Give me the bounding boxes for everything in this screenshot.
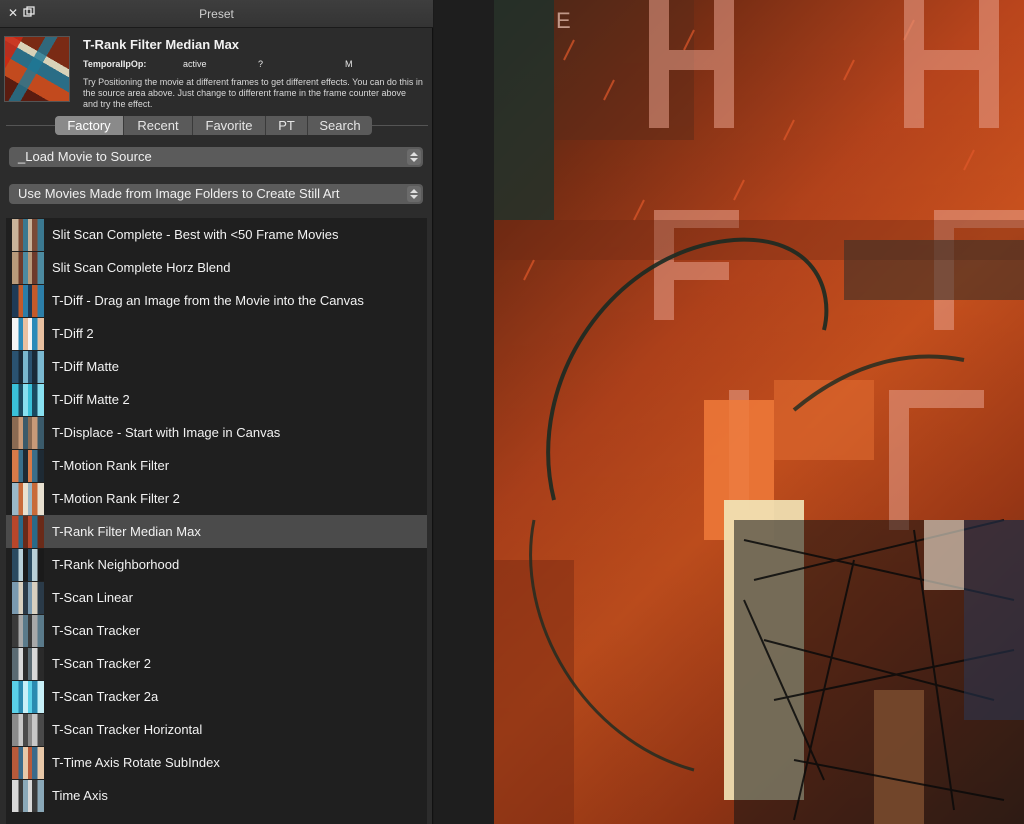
source-select[interactable]: _Load Movie to Source (9, 147, 423, 167)
preset-list-item[interactable]: T-Displace - Start with Image in Canvas (6, 416, 427, 449)
preset-list-item-label: Time Axis (52, 788, 108, 803)
preset-thumbnail (12, 714, 44, 746)
preset-thumbnail (12, 351, 44, 383)
preset-list-item-label: T-Scan Tracker Horizontal (52, 722, 203, 737)
preset-list-item-label: T-Scan Tracker 2a (52, 689, 159, 704)
preset-thumbnail (12, 384, 44, 416)
preset-thumbnail (12, 450, 44, 482)
preset-list-item-label: T-Motion Rank Filter (52, 458, 170, 473)
preset-thumbnail (12, 417, 44, 449)
preset-thumbnail (12, 318, 44, 350)
panel-titlebar[interactable]: ✕ Preset (0, 0, 433, 28)
preset-list-item-label: T-Rank Neighborhood (52, 557, 180, 572)
preset-info-header: T-Rank Filter Median Max TemporalIpOp: a… (0, 28, 433, 116)
preset-list-item-label: T-Diff Matte (52, 359, 119, 374)
preset-list-item-label: T-Motion Rank Filter 2 (52, 491, 180, 506)
preset-thumbnail (12, 615, 44, 647)
svg-text:E: E (556, 8, 571, 33)
preset-list-item[interactable]: T-Scan Tracker (6, 614, 427, 647)
preset-name: T-Rank Filter Median Max (83, 37, 240, 52)
preset-list-item[interactable]: T-Rank Filter Median Max (6, 515, 427, 548)
preset-parameters: TemporalIpOp: active ? M (83, 59, 413, 71)
preset-thumbnail (12, 516, 44, 548)
preset-list-item[interactable]: T-Scan Linear (6, 581, 427, 614)
preset-thumbnail (12, 681, 44, 713)
artwork-image: E (494, 0, 1024, 824)
preset-list-item-label: T-Displace - Start with Image in Canvas (52, 425, 281, 440)
preset-thumbnail (12, 582, 44, 614)
panel-gutter (434, 0, 494, 824)
param-value: active (183, 59, 207, 69)
preset-thumbnail (12, 648, 44, 680)
preset-panel: ✕ Preset T-Rank Filter Median Max Tempor… (0, 0, 433, 824)
tab-recent[interactable]: Recent (124, 116, 193, 135)
preset-list-item[interactable]: T-Scan Tracker 2a (6, 680, 427, 713)
preset-thumbnail (12, 252, 44, 284)
chevron-updown-icon (407, 186, 421, 202)
preset-list-item[interactable]: T-Diff - Drag an Image from the Movie in… (6, 284, 427, 317)
preset-thumbnail (12, 219, 44, 251)
preset-list-item[interactable]: T-Diff Matte (6, 350, 427, 383)
category-select-value: Use Movies Made from Image Folders to Cr… (18, 186, 340, 201)
preset-list-item[interactable]: T-Time Axis Rotate SubIndex (6, 746, 427, 779)
preset-list-item-label: T-Diff - Drag an Image from the Movie in… (52, 293, 364, 308)
param-value: ? (258, 59, 264, 69)
preset-list-item-label: T-Scan Linear (52, 590, 133, 605)
preset-list-item-label: Slit Scan Complete - Best with <50 Frame… (52, 227, 339, 242)
preset-thumbnail (12, 747, 44, 779)
param-name: TemporalIpOp: (83, 59, 147, 69)
preset-list-item[interactable]: T-Motion Rank Filter (6, 449, 427, 482)
preset-list-item[interactable]: Time Axis (6, 779, 427, 812)
chevron-updown-icon (407, 149, 421, 165)
source-select-value: _Load Movie to Source (18, 149, 152, 164)
preset-list-item[interactable]: T-Scan Tracker 2 (6, 647, 427, 680)
preset-list-item[interactable]: T-Scan Tracker Horizontal (6, 713, 427, 746)
preset-list-item-label: T-Diff 2 (52, 326, 94, 341)
divider (372, 125, 428, 126)
preset-list-item-label: T-Time Axis Rotate SubIndex (52, 755, 220, 770)
preset-list-item-label: T-Rank Filter Median Max (52, 524, 201, 539)
preset-list-item-label: Slit Scan Complete Horz Blend (52, 260, 231, 275)
preset-thumbnail (12, 780, 44, 812)
tab-search[interactable]: Search (308, 116, 372, 135)
preset-list-item-label: T-Diff Matte 2 (52, 392, 130, 407)
preset-preview-thumbnail (4, 36, 70, 102)
tab-factory[interactable]: Factory (55, 116, 124, 135)
preset-list-item[interactable]: T-Diff 2 (6, 317, 427, 350)
preset-description: Try Positioning the movie at different f… (83, 77, 423, 109)
preset-list[interactable]: Slit Scan Complete - Best with <50 Frame… (6, 218, 427, 824)
preset-list-item-label: T-Scan Tracker 2 (52, 656, 151, 671)
preset-list-item[interactable]: T-Motion Rank Filter 2 (6, 482, 427, 515)
tab-favorite[interactable]: Favorite (193, 116, 266, 135)
preset-source-tabs: Factory Recent Favorite PT Search (55, 116, 372, 135)
preset-list-item-label: T-Scan Tracker (52, 623, 141, 638)
param-value: M (345, 59, 353, 69)
canvas-artwork[interactable]: E (494, 0, 1024, 824)
preset-list-item[interactable]: T-Rank Neighborhood (6, 548, 427, 581)
preset-list-item[interactable]: T-Diff Matte 2 (6, 383, 427, 416)
preset-thumbnail (12, 285, 44, 317)
tab-pt[interactable]: PT (266, 116, 308, 135)
preset-thumbnail (12, 549, 44, 581)
divider (6, 125, 55, 126)
category-select[interactable]: Use Movies Made from Image Folders to Cr… (9, 184, 423, 204)
window-title: Preset (199, 7, 234, 21)
preset-list-item[interactable]: Slit Scan Complete - Best with <50 Frame… (6, 218, 427, 251)
preset-list-item[interactable]: Slit Scan Complete Horz Blend (6, 251, 427, 284)
preset-thumbnail (12, 483, 44, 515)
